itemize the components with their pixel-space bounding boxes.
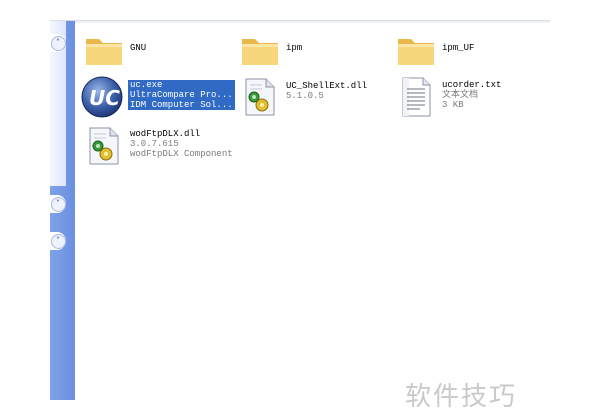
- item-name: UC_ShellExt.dll: [286, 81, 368, 91]
- text-file-icon: [402, 77, 431, 117]
- folder-icon: [242, 39, 278, 65]
- item-company: IDM Computer Sol...: [130, 100, 233, 110]
- chevron-up-icon: ˄: [50, 35, 66, 51]
- item-name: wodFtpDLX.dll: [130, 129, 201, 139]
- item-label: uc.exe UltraCompare Pro... IDM Computer …: [128, 80, 235, 110]
- item-label: wodFtpDLX.dll 3.0.7.615 wodFtpDLX Compon…: [130, 129, 233, 159]
- chevron-down-icon: ˅: [50, 196, 66, 212]
- list-item-folder-gnu[interactable]: GNU: [82, 27, 146, 71]
- item-name: ucorder.txt: [442, 80, 502, 90]
- list-item-ucorder-txt[interactable]: ucorder.txt 文本文档 3 KB: [394, 75, 501, 119]
- item-label: GNU: [130, 43, 146, 53]
- item-name: ipm: [286, 43, 303, 53]
- expand-section-button[interactable]: ˅: [50, 232, 66, 250]
- item-version: 5.1.0.5: [286, 91, 324, 101]
- list-item-wodftpdlx-dll[interactable]: wodFtpDLX.dll 3.0.7.615 wodFtpDLX Compon…: [82, 124, 233, 168]
- item-version: 3.0.7.615: [130, 139, 179, 149]
- item-name: uc.exe: [130, 80, 163, 90]
- item-description: wodFtpDLX Component: [130, 149, 233, 159]
- folder-icon: [86, 39, 122, 65]
- item-description: UltraCompare Pro...: [130, 90, 233, 100]
- ultracompare-app-icon: UC: [81, 76, 123, 118]
- list-item-uc-shellext-dll[interactable]: UC_ShellExt.dll 5.1.0.5: [238, 75, 367, 119]
- item-type: 文本文档: [442, 90, 479, 100]
- dll-file-icon: [245, 78, 275, 116]
- svg-text:UC: UC: [89, 86, 120, 110]
- list-item-uc-exe[interactable]: UC uc.exe UltraCompare Pro... IDM Comput…: [80, 75, 235, 119]
- item-label: UC_ShellExt.dll 5.1.0.5: [286, 81, 367, 101]
- file-list-view: GNU ipm ipm_UF UC uc.exe UltraCompare Pr…: [76, 21, 550, 400]
- item-name: ipm_UF: [442, 43, 475, 53]
- expand-section-button[interactable]: ˅: [50, 195, 66, 213]
- list-item-folder-ipm[interactable]: ipm: [238, 27, 302, 71]
- watermark: 软件技巧: [405, 382, 518, 412]
- item-label: ipm: [286, 43, 302, 53]
- item-label: ipm_UF: [442, 43, 474, 53]
- chevron-down-icon: ˅: [50, 233, 66, 249]
- item-size: 3 KB: [442, 100, 464, 110]
- item-label: ucorder.txt 文本文档 3 KB: [442, 80, 501, 110]
- window-top-bar: [50, 0, 550, 23]
- item-name: GNU: [130, 43, 147, 53]
- list-item-folder-ipm-uf[interactable]: ipm_UF: [394, 27, 474, 71]
- task-pane: ˄ ˅ ˅: [50, 21, 75, 400]
- dll-file-icon: [89, 127, 119, 165]
- folder-icon: [398, 39, 434, 65]
